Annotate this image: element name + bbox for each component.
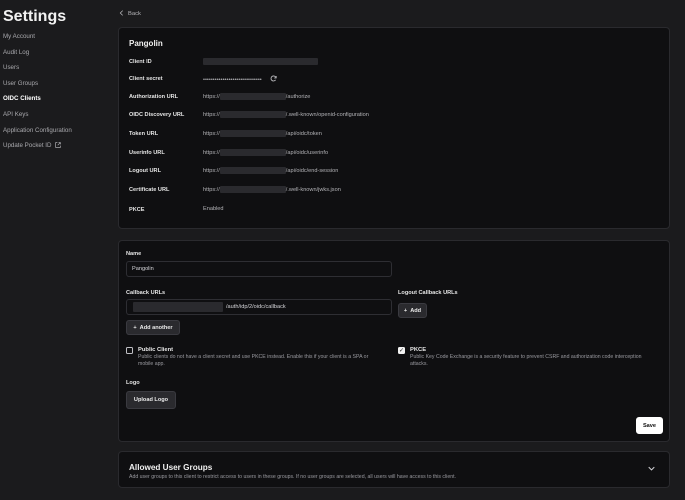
authorization-url-label: Authorization URL (129, 94, 179, 100)
pkce-value: Enabled (203, 206, 224, 212)
sidebar-item-label: User Groups (3, 79, 39, 87)
discovery-url-value[interactable]: https:// /.well-known/openid-configurati… (203, 111, 369, 118)
name-label: Name (126, 251, 142, 257)
public-client-title: Public Client (138, 347, 174, 353)
client-name-title: Pangolin (129, 39, 163, 48)
sidebar-item-application-configuration[interactable]: Application Configuration (3, 127, 72, 143)
client-form-card: Name Pangolin Callback URLs /auth/idp/2/… (118, 240, 670, 442)
back-link[interactable]: Back (119, 10, 141, 18)
sidebar-item-users[interactable]: Users (3, 64, 72, 80)
save-button[interactable]: Save (636, 417, 663, 434)
add-another-button[interactable]: + Add another (126, 320, 180, 335)
userinfo-url-label: Userinfo URL (129, 150, 165, 156)
sidebar-item-label: Users (3, 64, 20, 72)
url-prefix: https:// (203, 93, 220, 100)
callback-url-suffix: /auth/idp/2/oidc/callback (226, 304, 286, 310)
external-link-icon (54, 142, 61, 151)
public-client-checkbox[interactable] (126, 347, 133, 354)
sidebar-item-oidc-clients[interactable]: OIDC Clients (3, 95, 72, 111)
sidebar-item-audit-log[interactable]: Audit Log (3, 49, 72, 65)
redacted-client-id (203, 58, 318, 65)
plus-icon: + (403, 307, 408, 314)
chevron-down-icon[interactable] (648, 464, 655, 473)
sidebar-item-label: OIDC Clients (3, 95, 41, 103)
url-prefix: https:// (203, 186, 220, 193)
client-secret-label: Client secret (129, 76, 163, 82)
url-suffix: /authorize (285, 93, 311, 100)
allowed-user-groups-description: Add user groups to this client to restri… (129, 474, 456, 480)
url-prefix: https:// (203, 167, 220, 174)
discovery-url-label: OIDC Discovery URL (129, 112, 185, 118)
client-id-label: Client ID (129, 59, 152, 65)
sidebar-item-label: Audit Log (3, 48, 30, 56)
settings-title: Settings (3, 8, 67, 25)
sidebar-item-user-groups[interactable]: User Groups (3, 80, 72, 96)
redacted-host (219, 186, 286, 193)
logout-url-value[interactable]: https:// /api/oidc/end-session (203, 167, 338, 174)
url-prefix: https:// (203, 130, 220, 137)
sidebar: Settings My Account Audit Log Users User… (0, 0, 110, 500)
add-logout-callback-button[interactable]: + Add (398, 303, 427, 318)
url-suffix: /api/oidc/userinfo (285, 149, 329, 156)
name-input-value: Pangolin (132, 266, 154, 272)
token-url-value[interactable]: https:// /api/oidc/token (203, 130, 322, 137)
sidebar-item-label: My Account (3, 33, 35, 40)
pkce-description: Public Key Code Exchange is a security f… (410, 354, 642, 367)
upload-logo-button[interactable]: Upload Logo (126, 391, 176, 409)
url-suffix: /.well-known/openid-configuration (285, 111, 369, 118)
back-label: Back (128, 11, 141, 17)
url-suffix: /.well-known/jwks.json (285, 186, 341, 193)
refresh-icon[interactable] (270, 75, 277, 84)
pkce-checkbox[interactable]: ✓ (398, 347, 405, 354)
callback-url-input[interactable]: /auth/idp/2/oidc/callback (126, 299, 392, 315)
url-suffix: /api/oidc/end-session (285, 167, 339, 174)
callback-urls-label: Callback URLs (126, 290, 166, 296)
check-icon: ✓ (399, 348, 405, 354)
userinfo-url-value[interactable]: https:// /api/oidc/userinfo (203, 149, 328, 156)
client-secret-mask: •••••••••••••••••••••••••••••• (203, 76, 262, 83)
save-label: Save (642, 422, 657, 429)
add-label: Add (410, 307, 422, 314)
name-input[interactable]: Pangolin (126, 261, 392, 277)
client-id-value[interactable] (203, 58, 318, 65)
allowed-user-groups-title: Allowed User Groups (129, 463, 213, 472)
redacted-host (133, 302, 223, 312)
logout-url-label: Logout URL (129, 168, 161, 174)
upload-logo-label: Upload Logo (133, 397, 169, 403)
plus-icon: + (133, 324, 137, 331)
chevron-left-icon (119, 10, 124, 18)
url-prefix: https:// (203, 149, 220, 156)
certificate-url-label: Certificate URL (129, 187, 170, 193)
logout-callback-urls-label: Logout Callback URLs (398, 290, 458, 296)
logo-label: Logo (126, 380, 140, 386)
redacted-host (219, 130, 286, 137)
token-url-label: Token URL (129, 131, 159, 137)
sidebar-item-my-account[interactable]: My Account (3, 33, 72, 49)
add-another-label: Add another (139, 324, 173, 331)
public-client-description: Public clients do not have a client secr… (138, 354, 369, 367)
certificate-url-value[interactable]: https:// /.well-known/jwks.json (203, 186, 341, 193)
sidebar-nav: My Account Audit Log Users User Groups O… (3, 33, 72, 158)
allowed-user-groups-card[interactable]: Allowed User Groups Add user groups to t… (118, 451, 670, 488)
client-secret-value[interactable]: •••••••••••••••••••••••••••••• (203, 75, 277, 84)
sidebar-item-label: Update Pocket ID (3, 142, 52, 150)
sidebar-item-update-pocket-id[interactable]: Update Pocket ID (3, 142, 72, 158)
url-prefix: https:// (203, 111, 220, 118)
redacted-host (219, 167, 286, 174)
authorization-url-value[interactable]: https:// /authorize (203, 93, 310, 100)
client-details-card: Pangolin Client ID Client secret •••••••… (118, 27, 670, 229)
sidebar-item-label: Application Configuration (3, 126, 72, 134)
pkce-title: PKCE (410, 347, 427, 353)
url-suffix: /api/oidc/token (285, 130, 322, 137)
redacted-host (219, 111, 286, 118)
sidebar-item-label: API Keys (3, 110, 29, 118)
sidebar-item-api-keys[interactable]: API Keys (3, 111, 72, 127)
pkce-label: PKCE (129, 207, 145, 213)
redacted-host (219, 93, 286, 100)
redacted-host (219, 149, 286, 156)
